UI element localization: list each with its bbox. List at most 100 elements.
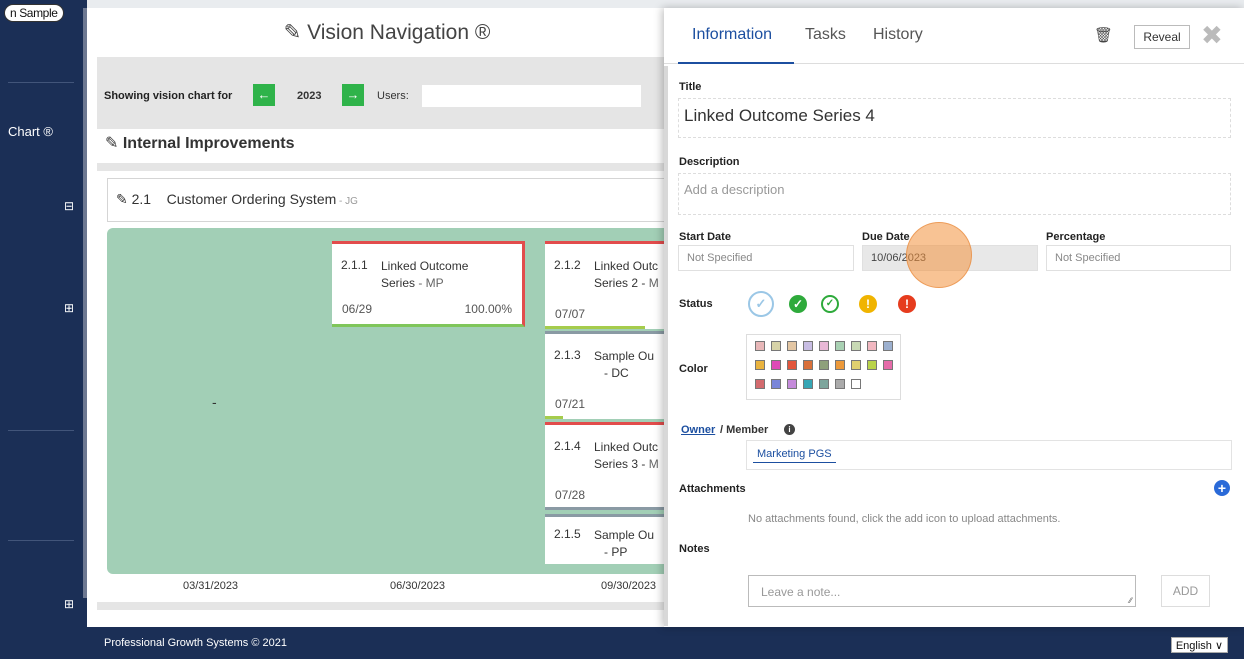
timeline-placeholder: -	[212, 394, 217, 410]
color-swatch[interactable]	[803, 379, 813, 389]
sidebar: n Sample Chart ® ⊟ ⊞ ⊞	[0, 0, 87, 627]
card-date: 06/29	[342, 302, 373, 316]
status-none-icon[interactable]: ✓	[748, 291, 774, 317]
status-warning-icon[interactable]: !	[859, 295, 877, 313]
section-header: ✎ Internal Improvements	[97, 129, 687, 163]
divider	[97, 163, 687, 171]
percentage-field[interactable]: Not Specified	[1046, 245, 1231, 271]
showing-label: Showing vision chart for	[104, 90, 233, 102]
color-swatch[interactable]	[835, 360, 845, 370]
owner-tab[interactable]: Owner	[681, 424, 715, 436]
note-input[interactable]: Leave a note... ∕∕	[748, 575, 1136, 607]
note-placeholder: Leave a note...	[761, 585, 841, 599]
color-swatch[interactable]	[755, 341, 765, 351]
due-date-label: Due Date	[862, 231, 910, 243]
owner-chip[interactable]: Marketing PGS	[753, 448, 836, 463]
notes-label: Notes	[679, 543, 710, 555]
color-swatch[interactable]	[835, 341, 845, 351]
color-swatch[interactable]	[819, 341, 829, 351]
color-swatch[interactable]	[819, 360, 829, 370]
footer: Professional Growth Systems © 2021 Engli…	[0, 627, 1244, 659]
color-swatch[interactable]	[755, 360, 765, 370]
page-title: ✎ Vision Navigation ®	[87, 20, 687, 45]
goal-row[interactable]: ✎ 2.1 Customer Ordering System - JG	[107, 178, 687, 222]
color-picker	[746, 334, 901, 400]
card-date: 07/07	[555, 307, 586, 321]
timeline-area: - 2.1.1 Linked Outcome Series - MP 06/29 …	[107, 228, 687, 574]
tab-information[interactable]: Information	[692, 26, 772, 44]
sample-vision-pill[interactable]: n Sample	[4, 4, 64, 22]
prev-year-button[interactable]: ←	[253, 84, 275, 106]
color-swatch[interactable]	[883, 360, 893, 370]
card-number: 2.1.2	[554, 258, 581, 272]
outcome-card[interactable]: 2.1.1 Linked Outcome Series - MP 06/29 10…	[332, 241, 525, 327]
collapse-icon[interactable]: ⊟	[62, 200, 76, 214]
card-number: 2.1.1	[341, 258, 368, 272]
edit-icon[interactable]: ✎	[116, 191, 128, 207]
expand-icon[interactable]: ⊞	[62, 598, 76, 612]
close-icon[interactable]: ✖	[1201, 20, 1223, 51]
color-swatch[interactable]	[787, 379, 797, 389]
sidebar-item-chart[interactable]: Chart ®	[8, 124, 53, 139]
owner-field[interactable]: Marketing PGS	[746, 440, 1232, 470]
reveal-button[interactable]: Reveal	[1134, 25, 1190, 49]
no-attachments-text: No attachments found, click the add icon…	[748, 513, 1061, 525]
color-swatch[interactable]	[803, 341, 813, 351]
card-title: Linked Outc Series 3 - M	[594, 440, 659, 471]
users-input[interactable]	[422, 85, 641, 107]
color-swatch[interactable]	[819, 379, 829, 389]
copyright-text: Professional Growth Systems © 2021	[104, 637, 287, 649]
status-critical-icon[interactable]: !	[898, 295, 916, 313]
progress-bar	[545, 416, 563, 419]
color-swatch[interactable]	[883, 341, 893, 351]
color-swatch[interactable]	[867, 360, 877, 370]
divider	[97, 602, 687, 610]
color-swatch[interactable]	[771, 360, 781, 370]
color-swatch[interactable]	[851, 360, 861, 370]
users-label: Users:	[377, 90, 409, 102]
card-number: 2.1.4	[554, 439, 581, 453]
color-swatch[interactable]	[851, 379, 861, 389]
status-on-track-icon[interactable]: ✓	[789, 295, 807, 313]
color-swatch[interactable]	[851, 341, 861, 351]
panel-scrollbar[interactable]	[664, 66, 668, 626]
chart-toolbar: Showing vision chart for ← 2023 → Users:	[97, 57, 687, 129]
tab-history[interactable]: History	[873, 26, 923, 44]
member-tab[interactable]: / Member	[720, 424, 768, 436]
color-swatch[interactable]	[755, 379, 765, 389]
goal-initials: - JG	[336, 196, 358, 207]
edit-icon[interactable]: ✎	[105, 135, 118, 152]
active-tab-indicator	[678, 62, 794, 64]
card-title: Sample Ou - PP	[594, 528, 655, 559]
card-date: 07/21	[555, 397, 586, 411]
status-complete-icon[interactable]: ✓	[821, 295, 839, 313]
add-note-button[interactable]: ADD	[1161, 575, 1210, 607]
tab-tasks[interactable]: Tasks	[805, 26, 846, 44]
color-swatch[interactable]	[867, 341, 877, 351]
add-attachment-icon[interactable]: +	[1214, 480, 1230, 496]
next-year-button[interactable]: →	[342, 84, 364, 106]
color-swatch[interactable]	[771, 379, 781, 389]
goal-title: Customer Ordering System	[166, 191, 337, 207]
color-swatch[interactable]	[771, 341, 781, 351]
percentage-label: Percentage	[1046, 231, 1106, 243]
sidebar-divider	[8, 540, 74, 541]
year-value: 2023	[297, 90, 322, 102]
start-date-field[interactable]: Not Specified	[678, 245, 854, 271]
card-date: 07/28	[555, 488, 586, 502]
progress-bar	[545, 326, 645, 329]
edit-icon[interactable]: ✎	[284, 21, 302, 44]
expand-icon[interactable]: ⊞	[62, 302, 76, 316]
language-select[interactable]: English ∨	[1170, 637, 1228, 653]
color-swatch[interactable]	[803, 360, 813, 370]
info-icon[interactable]: i	[784, 424, 795, 435]
click-indicator	[906, 222, 972, 288]
card-number: 2.1.3	[554, 348, 581, 362]
resize-handle-icon[interactable]: ∕∕	[1129, 596, 1132, 605]
color-swatch[interactable]	[835, 379, 845, 389]
color-swatch[interactable]	[787, 341, 797, 351]
main-content: ✎ Vision Navigation ® Showing vision cha…	[87, 8, 687, 627]
color-swatch[interactable]	[787, 360, 797, 370]
card-number: 2.1.5	[554, 527, 581, 541]
trash-icon[interactable]: 🗑	[1094, 26, 1113, 44]
